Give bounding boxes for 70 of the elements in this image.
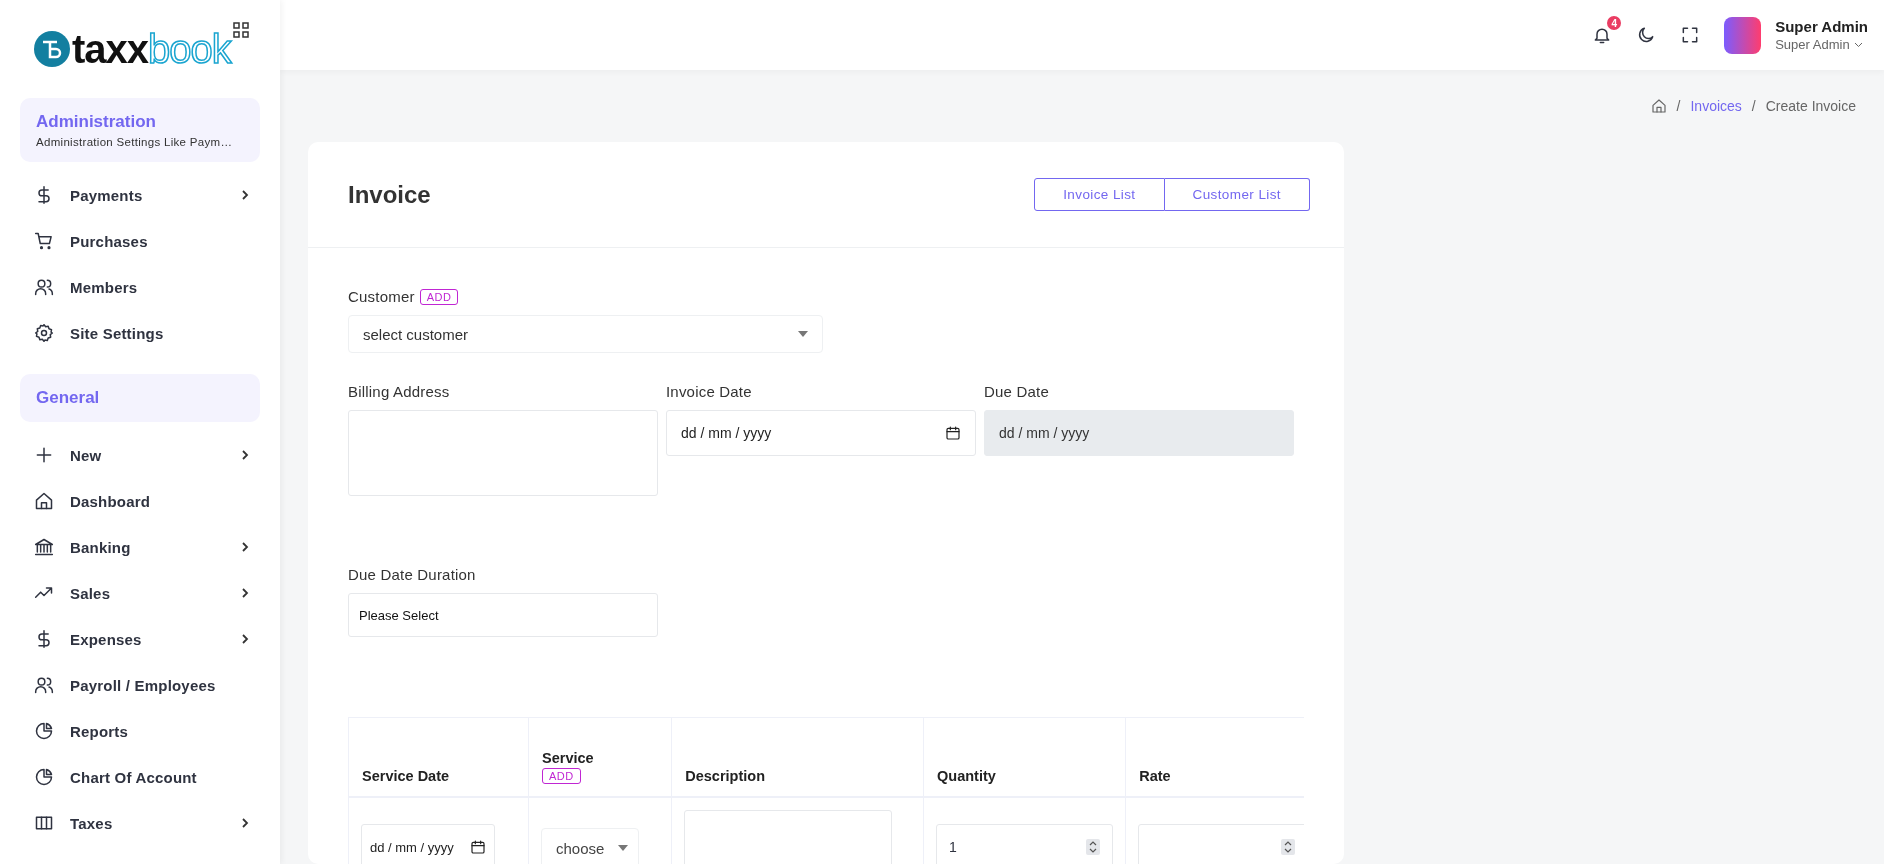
grid-icon bbox=[232, 22, 249, 38]
plus-icon bbox=[34, 445, 54, 465]
sidebar-item[interactable]: Purchases bbox=[0, 218, 280, 264]
caret-icon bbox=[618, 845, 628, 851]
caret-icon bbox=[798, 331, 808, 337]
sidebar-item[interactable]: Members bbox=[0, 264, 280, 310]
rate-field[interactable] bbox=[1138, 824, 1304, 864]
logo-text: taxxbook bbox=[72, 26, 231, 72]
service-select[interactable]: choose bbox=[541, 828, 639, 864]
home-icon bbox=[1650, 98, 1667, 114]
sidebar-item[interactable]: Expenses bbox=[0, 616, 280, 662]
field-label: Invoice Date bbox=[666, 383, 753, 400]
field-label: Due Date Duration bbox=[348, 566, 477, 583]
list-button[interactable]: Customer List bbox=[1164, 178, 1310, 211]
section-header[interactable]: Administration Administration Settings Like Paym… bbox=[20, 98, 260, 162]
sidebar-item[interactable]: Site Settings bbox=[0, 310, 280, 356]
column-header: Quantity bbox=[937, 768, 996, 784]
add-button[interactable]: ADD bbox=[419, 288, 459, 305]
calendar-icon bbox=[945, 425, 961, 441]
sidebar-item[interactable]: Reports bbox=[0, 708, 280, 754]
pie-chart-icon bbox=[34, 721, 54, 741]
customer-select[interactable]: select customer bbox=[348, 315, 823, 353]
home-icon bbox=[34, 491, 54, 511]
section-header[interactable]: General bbox=[20, 374, 260, 422]
users-icon bbox=[34, 675, 54, 695]
column-header: Service bbox=[542, 750, 594, 766]
textarea-field[interactable] bbox=[348, 410, 658, 496]
sidebar-item[interactable]: Banking bbox=[0, 524, 280, 570]
date-field[interactable]: dd / mm / yyyy bbox=[666, 410, 976, 456]
sidebar-item[interactable]: Payments bbox=[0, 172, 280, 218]
bank-icon bbox=[34, 537, 54, 557]
logo-icon bbox=[34, 31, 70, 67]
field-label: Billing Address bbox=[348, 383, 451, 400]
breadcrumb-current: Create Invoice bbox=[1765, 98, 1856, 114]
quantity-field[interactable]: 1 bbox=[936, 824, 1114, 864]
spinner-icon bbox=[1086, 839, 1101, 855]
users-icon bbox=[34, 277, 54, 297]
calendar-icon bbox=[470, 839, 486, 855]
user-role[interactable]: Super Admin bbox=[1775, 37, 1850, 52]
column-header: Service Date bbox=[362, 768, 450, 784]
cart-icon bbox=[34, 231, 54, 251]
field-label: Due Date bbox=[984, 383, 1050, 400]
sidebar-item[interactable]: Taxes bbox=[0, 800, 280, 846]
sidebar-item[interactable]: New bbox=[0, 432, 280, 478]
breadcrumb-separator: / bbox=[1676, 98, 1681, 114]
section-subtitle: Administration Settings Like Paym… bbox=[36, 136, 234, 148]
section-title: General bbox=[36, 388, 101, 408]
notification-badge: 4 bbox=[1607, 16, 1622, 30]
list-button[interactable]: Invoice List bbox=[1034, 178, 1165, 211]
column-header: Description bbox=[685, 768, 765, 784]
duration-select[interactable]: Please Select bbox=[348, 593, 658, 637]
user-name: Super Admin bbox=[1775, 18, 1868, 35]
date-field[interactable]: dd / mm / yyyy bbox=[361, 824, 495, 864]
avatar[interactable] bbox=[1724, 16, 1762, 54]
card-title: Invoice bbox=[348, 180, 431, 209]
sidebar-item[interactable]: Chart Of Account bbox=[0, 754, 280, 800]
gear-icon bbox=[34, 323, 54, 343]
add-button[interactable]: ADD bbox=[542, 768, 581, 784]
pie-chart-icon bbox=[34, 767, 54, 787]
sidebar-item[interactable]: Dashboard bbox=[0, 478, 280, 524]
sidebar-item[interactable]: Sales bbox=[0, 570, 280, 616]
field-label: Customer bbox=[348, 288, 415, 305]
spinner-icon bbox=[1281, 839, 1295, 855]
chevron-down-icon[interactable] bbox=[1853, 41, 1863, 48]
column-header: Rate bbox=[1139, 768, 1171, 784]
sidebar-item[interactable]: Payroll / Employees bbox=[0, 662, 280, 708]
breadcrumb-separator: / bbox=[1751, 98, 1756, 114]
grid-icon bbox=[34, 813, 54, 833]
breadcrumb-link[interactable]: Invoices bbox=[1690, 98, 1742, 114]
section-title: Administration bbox=[36, 112, 157, 132]
